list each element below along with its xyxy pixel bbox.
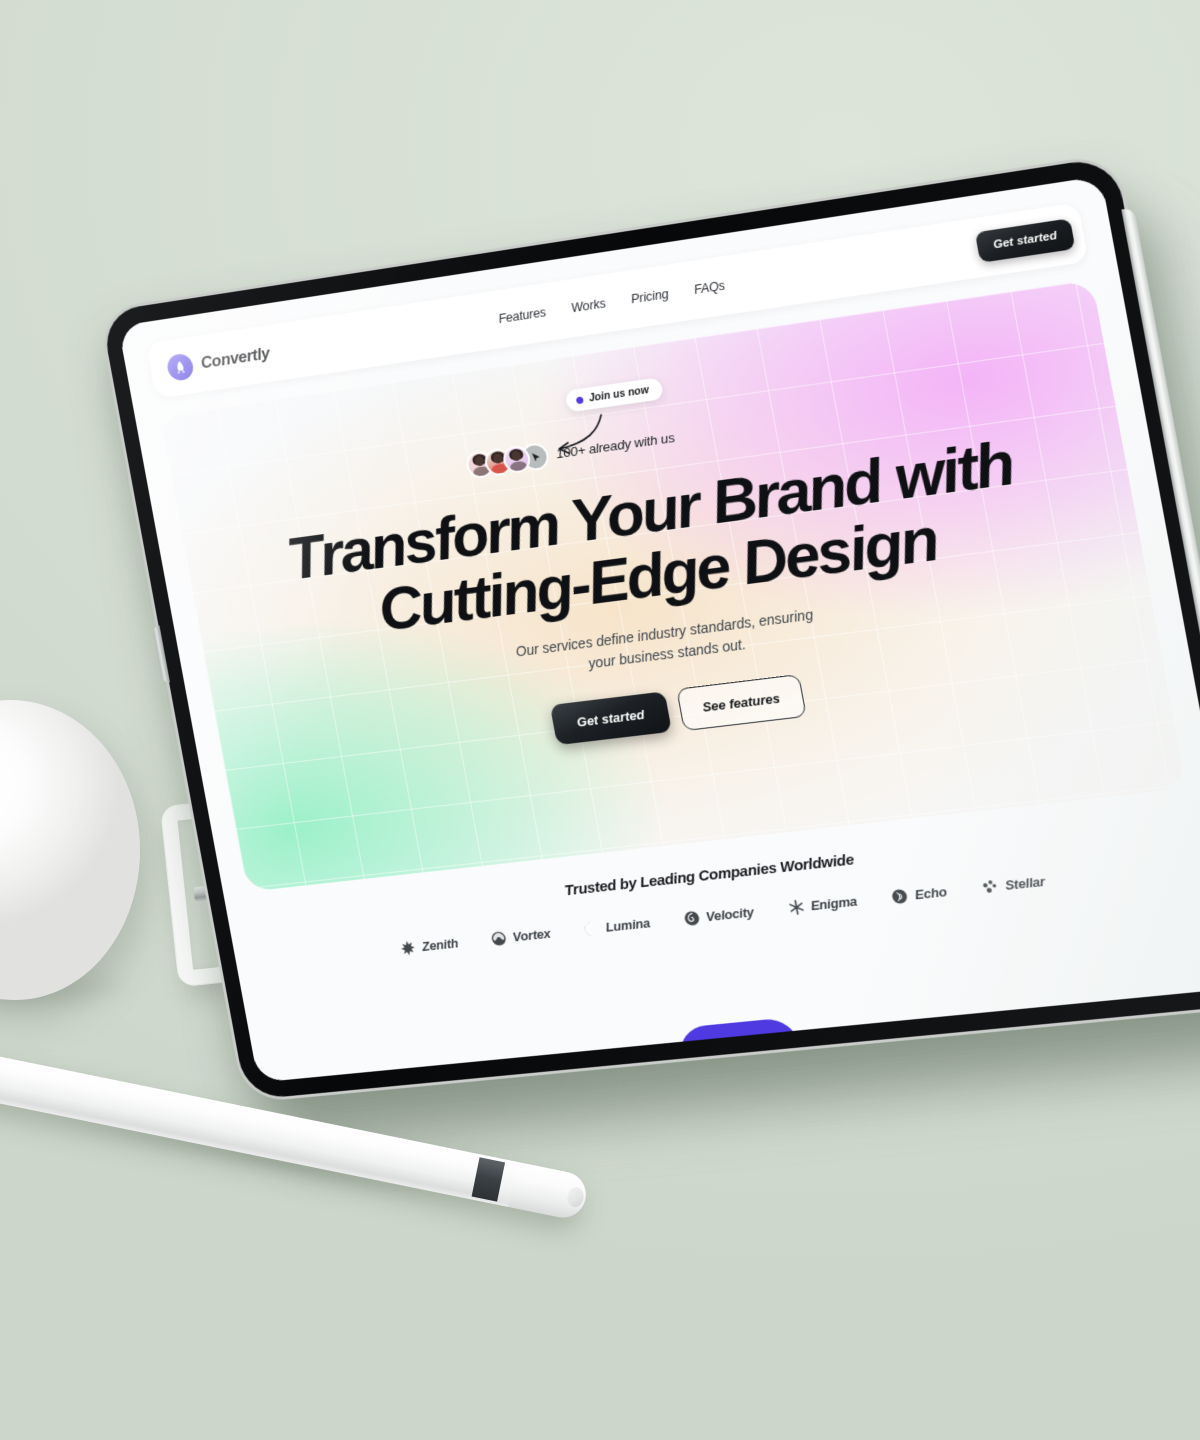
avatar-stack	[464, 442, 550, 480]
hero-cta-row: Get started See features	[550, 674, 807, 746]
brand-name: Convertly	[199, 344, 271, 372]
spiral-drop-icon	[682, 909, 702, 927]
volume-button[interactable]	[152, 625, 170, 683]
sound-wave-icon	[890, 887, 910, 906]
burst-star-icon	[399, 939, 418, 957]
swirl-icon	[489, 930, 508, 948]
rocket-icon	[165, 352, 195, 381]
logo-label: Echo	[913, 884, 947, 902]
nav-link-features[interactable]: Features	[497, 305, 547, 326]
logo-item-enigma[interactable]: Enigma	[786, 893, 858, 917]
web-page: Convertly Features Works Pricing FAQs Ge…	[118, 176, 1200, 1083]
brand-logo[interactable]: Convertly	[165, 340, 272, 381]
logo-label: Lumina	[604, 915, 651, 934]
tablet-device: Convertly Features Works Pricing FAQs Ge…	[100, 156, 1200, 1100]
dots-cluster-icon	[980, 878, 1001, 897]
stylus-cap-tip	[566, 1186, 586, 1209]
logo-item-stellar[interactable]: Stellar	[980, 873, 1047, 897]
join-us-now-badge[interactable]: Join us now	[564, 377, 663, 412]
sphere-stand	[0, 700, 180, 1030]
logo-label: Enigma	[809, 894, 858, 914]
nav-links: Features Works Pricing FAQs	[497, 278, 726, 326]
badge-dot-icon	[576, 396, 584, 404]
nav-get-started-button[interactable]: Get started	[975, 218, 1075, 263]
badge-label: Join us now	[588, 384, 650, 404]
tablet-screen: Convertly Features Works Pricing FAQs Ge…	[118, 176, 1200, 1083]
logo-item-velocity[interactable]: Velocity	[682, 903, 755, 927]
tablet-bezel: Convertly Features Works Pricing FAQs Ge…	[100, 156, 1200, 1100]
hero-get-started-button[interactable]: Get started	[550, 691, 672, 745]
nav-link-faqs[interactable]: FAQs	[693, 278, 726, 296]
asterisk-icon	[786, 898, 806, 917]
logo-item-vortex[interactable]: Vortex	[489, 925, 552, 948]
crescent-icon	[582, 920, 602, 938]
logo-label: Velocity	[705, 904, 755, 924]
nav-link-works[interactable]: Works	[570, 296, 607, 315]
logo-item-zenith[interactable]: Zenith	[399, 935, 460, 957]
logo-label: Vortex	[511, 926, 551, 944]
logo-label: Stellar	[1004, 874, 1047, 893]
logo-item-echo[interactable]: Echo	[890, 883, 948, 906]
logo-label: Zenith	[421, 936, 460, 954]
scene-backdrop: Convertly Features Works Pricing FAQs Ge…	[0, 0, 1200, 1440]
hero-see-features-button[interactable]: See features	[676, 674, 807, 731]
logo-item-lumina[interactable]: Lumina	[582, 914, 652, 938]
nav-link-pricing[interactable]: Pricing	[630, 287, 670, 306]
